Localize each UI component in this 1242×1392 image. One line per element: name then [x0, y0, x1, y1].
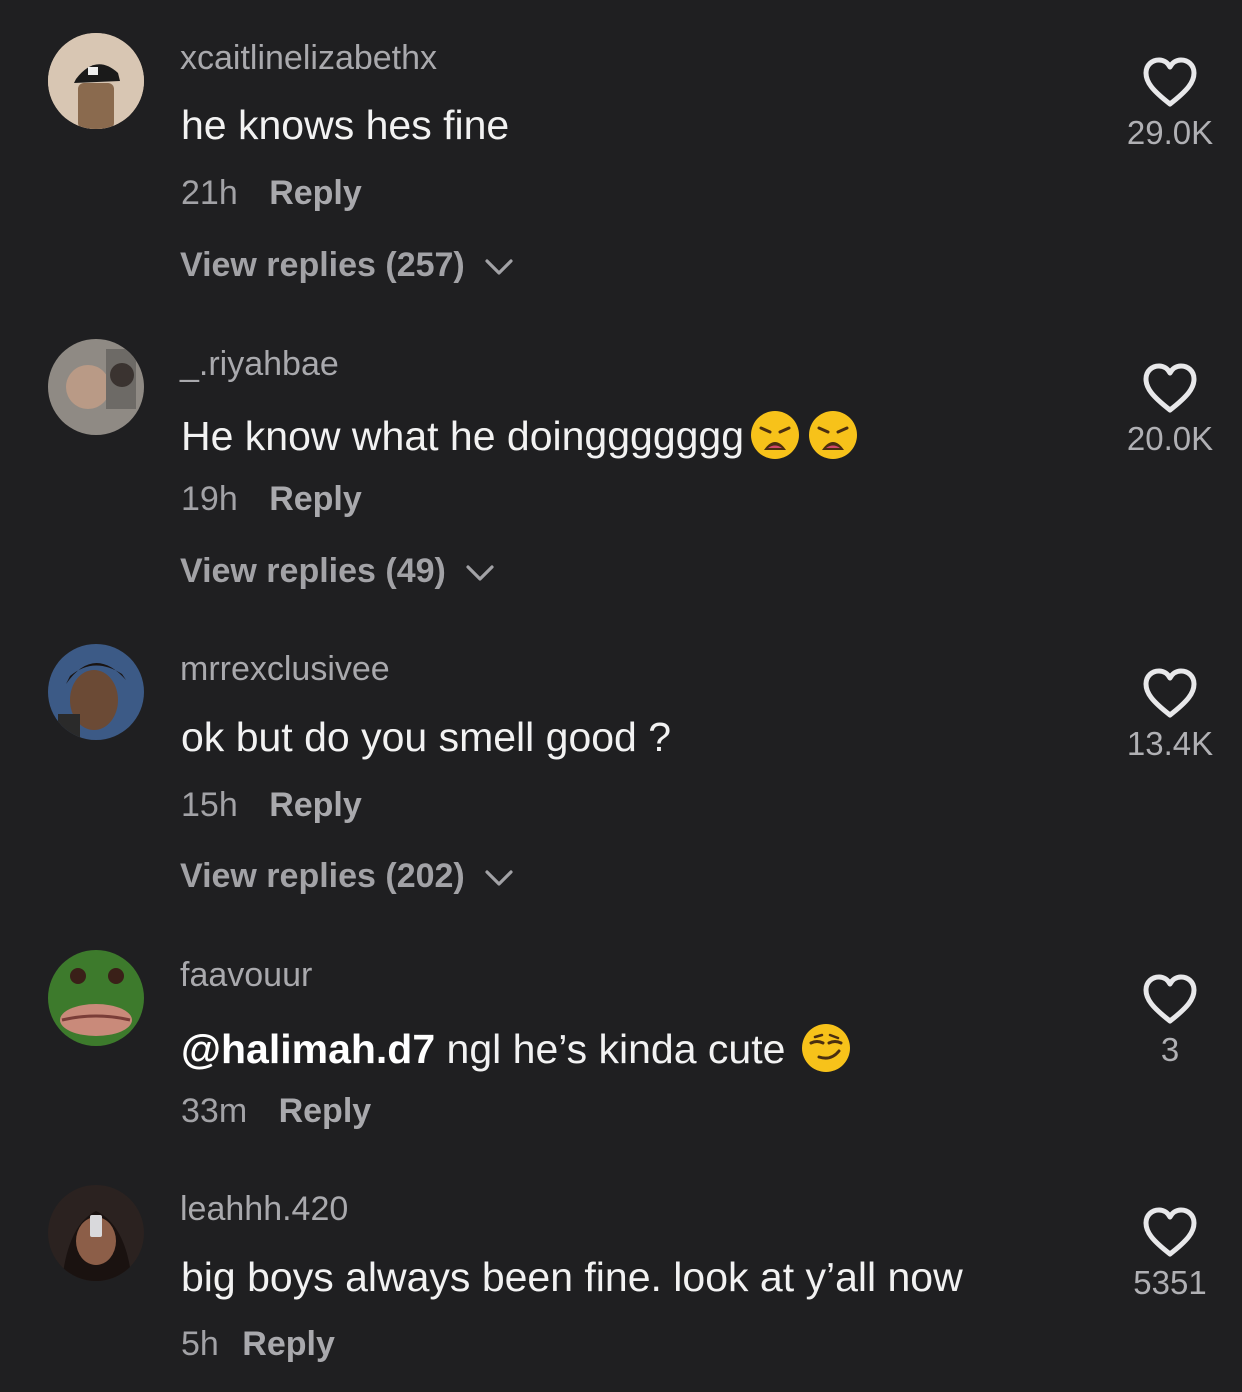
- reply-button[interactable]: Reply: [242, 1325, 335, 1363]
- avatar[interactable]: [48, 644, 144, 740]
- username[interactable]: faavouur: [180, 956, 312, 995]
- chevron-down-icon: [485, 259, 513, 275]
- comment-text: @halimah.d7 ngl he’s kinda cute: [181, 1023, 851, 1073]
- comment-meta: 33m Reply: [181, 1092, 371, 1131]
- like-button[interactable]: 5351: [1100, 1206, 1240, 1302]
- view-replies-button[interactable]: View replies (257): [180, 246, 514, 285]
- comment-text: ok but do you smell good ?: [181, 714, 672, 760]
- comment-meta: 5h Reply: [181, 1325, 335, 1364]
- view-replies-button[interactable]: View replies (202): [180, 857, 514, 896]
- like-count: 20.0K: [1126, 420, 1214, 457]
- like-button[interactable]: 3: [1100, 973, 1240, 1069]
- like-button[interactable]: 20.0K: [1100, 362, 1240, 458]
- view-replies-button[interactable]: View replies (49): [180, 552, 495, 591]
- like-button[interactable]: 13.4K: [1100, 667, 1240, 763]
- weary-face-emoji: [751, 411, 800, 459]
- username[interactable]: mrrexclusivee: [180, 650, 390, 689]
- avatar[interactable]: [48, 339, 144, 435]
- timestamp: 33m: [181, 1092, 248, 1130]
- view-replies-label: View replies (202): [180, 857, 465, 895]
- smirking-face-emoji: [802, 1024, 851, 1072]
- reply-button[interactable]: Reply: [269, 174, 362, 212]
- comment-meta: 19h Reply: [181, 480, 362, 519]
- like-count: 3: [1160, 1031, 1180, 1068]
- heart-icon: [1143, 363, 1197, 413]
- view-replies-label: View replies (257): [180, 246, 465, 284]
- timestamp: 19h: [181, 480, 238, 518]
- timestamp: 5h: [181, 1325, 219, 1363]
- timestamp: 15h: [181, 786, 238, 824]
- like-count: 29.0K: [1126, 114, 1214, 151]
- comment-text: he knows hes fine: [181, 102, 510, 148]
- view-replies-label: View replies (49): [180, 552, 446, 590]
- reply-button[interactable]: Reply: [269, 480, 362, 518]
- chevron-down-icon: [485, 870, 513, 886]
- reply-button[interactable]: Reply: [279, 1092, 372, 1130]
- comment-meta: 15h Reply: [181, 786, 362, 825]
- like-button[interactable]: 29.0K: [1100, 56, 1240, 152]
- comment-text: big boys always been fine. look at y’all…: [181, 1254, 963, 1300]
- weary-face-emoji: [809, 411, 858, 459]
- username[interactable]: xcaitlinelizabethx: [180, 39, 437, 78]
- heart-icon: [1143, 57, 1197, 107]
- heart-icon: [1143, 1207, 1197, 1257]
- username[interactable]: _.riyahbae: [180, 345, 339, 384]
- like-count: 5351: [1133, 1264, 1207, 1301]
- like-count: 13.4K: [1126, 725, 1214, 762]
- timestamp: 21h: [181, 174, 238, 212]
- heart-icon: [1143, 668, 1197, 718]
- avatar[interactable]: [48, 950, 144, 1046]
- avatar[interactable]: [48, 1185, 144, 1281]
- username[interactable]: leahhh.420: [180, 1190, 348, 1229]
- comment-text: He know what he doinggggggg: [181, 410, 858, 460]
- mention-link[interactable]: @halimah.d7: [181, 1026, 435, 1072]
- comment-meta: 21h Reply: [181, 174, 362, 213]
- reply-button[interactable]: Reply: [269, 786, 362, 824]
- chevron-down-icon: [466, 565, 494, 581]
- avatar[interactable]: [48, 33, 144, 129]
- heart-icon: [1143, 974, 1197, 1024]
